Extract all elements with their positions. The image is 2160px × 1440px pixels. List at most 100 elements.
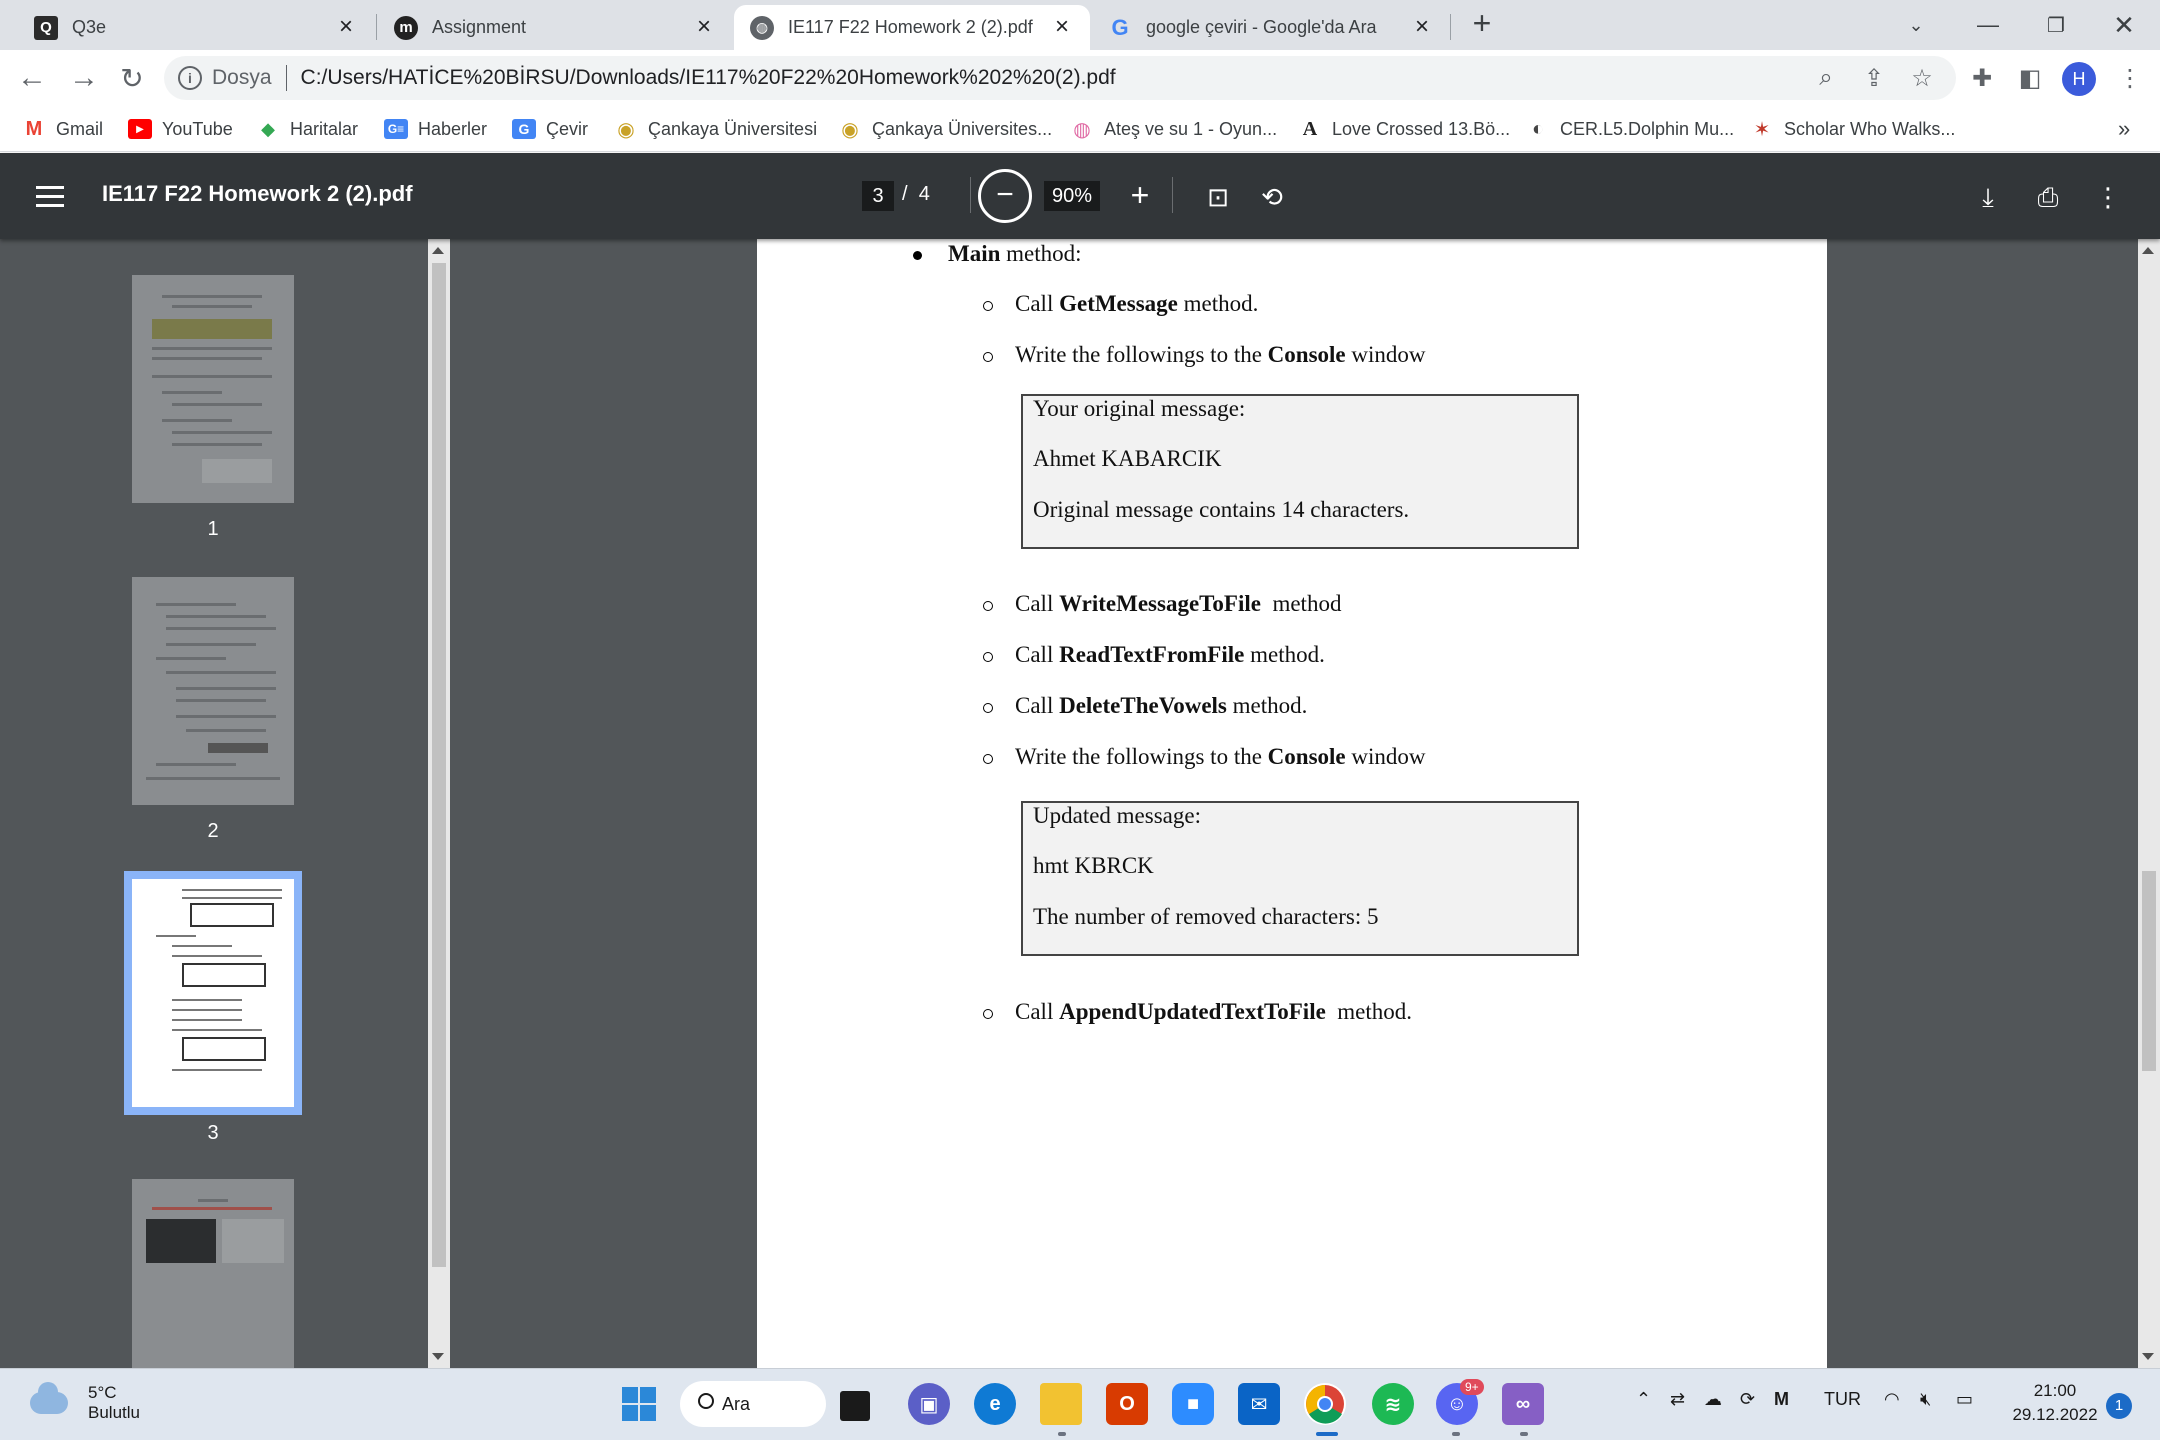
wifi-icon[interactable]: ◠ <box>1884 1389 1900 1410</box>
bookmark-scholar[interactable]: ✶ Scholar Who Walks... <box>1750 114 1956 144</box>
battery-icon[interactable]: ▭ <box>1956 1389 1973 1410</box>
sidebar-scroll-thumb[interactable] <box>432 263 446 1267</box>
print-icon[interactable]: ⎙ <box>2028 177 2068 217</box>
tab-q3e[interactable]: Q Q3e × <box>18 5 374 50</box>
reload-icon[interactable]: ↻ <box>112 58 152 98</box>
page-number-input[interactable]: 3 <box>862 181 894 211</box>
scroll-up-arrow-icon[interactable] <box>2142 247 2154 254</box>
mail-icon[interactable]: ✉ <box>1238 1383 1280 1425</box>
tray-cloud-icon[interactable]: ☁ <box>1704 1389 1722 1410</box>
tab-pdf[interactable]: ◍ IE117 F22 Homework 2 (2).pdf × <box>734 5 1090 50</box>
close-icon[interactable]: × <box>334 14 358 40</box>
file-explorer-icon[interactable] <box>1040 1383 1082 1425</box>
tab-google[interactable]: G google çeviri - Google'da Ara × <box>1092 5 1450 50</box>
bookmarks-overflow-button[interactable]: » <box>2118 114 2130 144</box>
zoom-icon[interactable]: ■ <box>1172 1383 1214 1425</box>
download-icon[interactable]: ⤓ <box>1968 177 2008 217</box>
thumbnail-sidebar: 1 2 3 <box>0 239 428 1368</box>
bookmark-youtube[interactable]: ▶ YouTube <box>128 114 233 144</box>
page-thumbnail-3[interactable] <box>124 871 302 1115</box>
close-icon[interactable]: × <box>1410 14 1434 40</box>
extensions-puzzle-icon[interactable]: ✚ <box>1962 58 2002 98</box>
tray-sliders-icon[interactable]: ⇄ <box>1670 1389 1685 1410</box>
menu-icon[interactable] <box>36 186 64 208</box>
volume-muted-icon[interactable]: 🔇︎ <box>1920 1389 1931 1410</box>
bookmark-cankaya-1[interactable]: ◉ Çankaya Üniversitesi <box>614 114 817 144</box>
task-view-icon[interactable] <box>840 1391 870 1421</box>
office-icon[interactable]: O <box>1106 1383 1148 1425</box>
bookmark-ates-ve-su[interactable]: ◍ Ateş ve su 1 - Oyun... <box>1070 114 1277 144</box>
tray-app-icon[interactable]: M <box>1774 1389 1789 1410</box>
tray-sync-icon[interactable]: ⟳ <box>1740 1389 1755 1410</box>
window-close-icon[interactable]: ✕ <box>2088 0 2160 50</box>
sidebar-scrollbar[interactable] <box>428 239 450 1368</box>
zoom-out-button[interactable]: − <box>978 169 1032 223</box>
info-icon[interactable]: i <box>178 66 202 90</box>
side-panel-icon[interactable]: ◧ <box>2010 58 2050 98</box>
bookmark-star-icon[interactable]: ☆ <box>1902 58 1942 98</box>
weather-widget[interactable]: 5°C Bulutlu <box>30 1382 140 1423</box>
share-icon[interactable]: ⇪ <box>1854 58 1894 98</box>
profile-avatar[interactable]: H <box>2062 62 2096 96</box>
korea-flag-icon: ✶ <box>1753 118 1771 141</box>
scroll-up-arrow-icon[interactable] <box>432 247 444 254</box>
thumbnail-label-3: 3 <box>207 1122 219 1144</box>
bookmark-cevir[interactable]: G Çevir <box>512 114 588 144</box>
windows-start-icon[interactable] <box>618 1383 660 1425</box>
address-bar[interactable]: i Dosya C:/Users/HATİCE%20BİRSU/Download… <box>164 56 1956 100</box>
viewer-scroll-thumb[interactable] <box>2142 871 2156 1071</box>
bookmark-label: Love Crossed 13.Bö... <box>1332 118 1511 139</box>
close-icon[interactable]: × <box>1050 14 1074 40</box>
back-arrow-icon[interactable]: ← <box>12 58 52 98</box>
restore-icon[interactable]: ❐ <box>2020 0 2092 50</box>
step-call-getmessage: Call GetMessage method. <box>983 291 1258 317</box>
bookmark-haberler[interactable]: G≡ Haberler <box>384 114 487 144</box>
step-text: method. <box>1226 693 1308 718</box>
address-url[interactable]: C:/Users/HATİCE%20BİRSU/Downloads/IE117%… <box>301 66 1116 90</box>
bullet-bold-text: Main <box>948 241 1001 266</box>
cloud-icon <box>30 1382 68 1414</box>
chrome-icon[interactable] <box>1304 1383 1346 1425</box>
notification-badge[interactable]: 1 <box>2106 1393 2132 1419</box>
step-text: Call <box>1015 693 1060 718</box>
viewer-scrollbar[interactable] <box>2138 239 2160 1368</box>
close-icon[interactable]: × <box>692 14 716 40</box>
weather-temp: 5°C <box>88 1383 117 1402</box>
bookmark-gmail[interactable]: M Gmail <box>22 114 103 144</box>
zoom-input[interactable]: 90% <box>1044 181 1100 211</box>
cankaya-logo-icon: ◉ <box>617 118 635 141</box>
spotify-icon[interactable]: ≋ <box>1372 1383 1414 1425</box>
rotate-icon[interactable]: ⟲ <box>1252 177 1292 217</box>
teams-chat-icon[interactable]: ▣ <box>908 1383 950 1425</box>
tab-search-icon[interactable]: ⌄ <box>1880 0 1952 50</box>
menu-kebab-icon[interactable]: ⋮ <box>2110 58 2150 98</box>
clock[interactable]: 21:00 29.12.2022 <box>2000 1379 2110 1427</box>
new-tab-button[interactable]: + <box>1464 6 1500 42</box>
bookmark-haritalar[interactable]: ◆ Haritalar <box>256 114 358 144</box>
bullet-text: method: <box>1000 241 1082 266</box>
tab-assignment[interactable]: m Assignment × <box>378 5 732 50</box>
fit-page-icon[interactable]: ⊡ <box>1198 177 1238 217</box>
forward-arrow-icon[interactable]: → <box>64 58 104 98</box>
taskbar-search[interactable]: Ara <box>680 1381 826 1427</box>
language-indicator[interactable]: TUR <box>1824 1389 1861 1410</box>
scroll-down-arrow-icon[interactable] <box>432 1353 444 1360</box>
visual-studio-icon[interactable]: ∞ <box>1502 1383 1544 1425</box>
bookmark-love-crossed[interactable]: A Love Crossed 13.Bö... <box>1298 114 1510 144</box>
zoom-magnifier-icon[interactable]: ⌕ <box>1806 58 1846 98</box>
console-line: Ahmet KABARCIK <box>1033 446 1222 471</box>
thumbnail-label-2: 2 <box>207 820 219 842</box>
more-options-icon[interactable]: ⋮ <box>2088 177 2128 217</box>
page-thumbnail-1[interactable] <box>132 275 294 503</box>
console-output-box-1: Your original message: Ahmet KABARCIK Or… <box>1021 394 1579 549</box>
edge-icon[interactable]: e <box>974 1383 1016 1425</box>
minimize-icon[interactable]: — <box>1952 0 2024 50</box>
page-thumbnail-2[interactable] <box>132 577 294 805</box>
tray-chevron-icon[interactable]: ⌃ <box>1636 1389 1651 1410</box>
bookmark-cer-dolphin[interactable]: ◐ CER.L5.Dolphin Mu... <box>1526 114 1734 144</box>
scroll-down-arrow-icon[interactable] <box>2142 1353 2154 1360</box>
thumbnail-label-1: 1 <box>207 518 219 540</box>
zoom-in-button[interactable]: + <box>1122 177 1158 213</box>
page-thumbnail-4[interactable] <box>132 1179 294 1368</box>
bookmark-cankaya-2[interactable]: ◉ Çankaya Üniversites... <box>838 114 1052 144</box>
